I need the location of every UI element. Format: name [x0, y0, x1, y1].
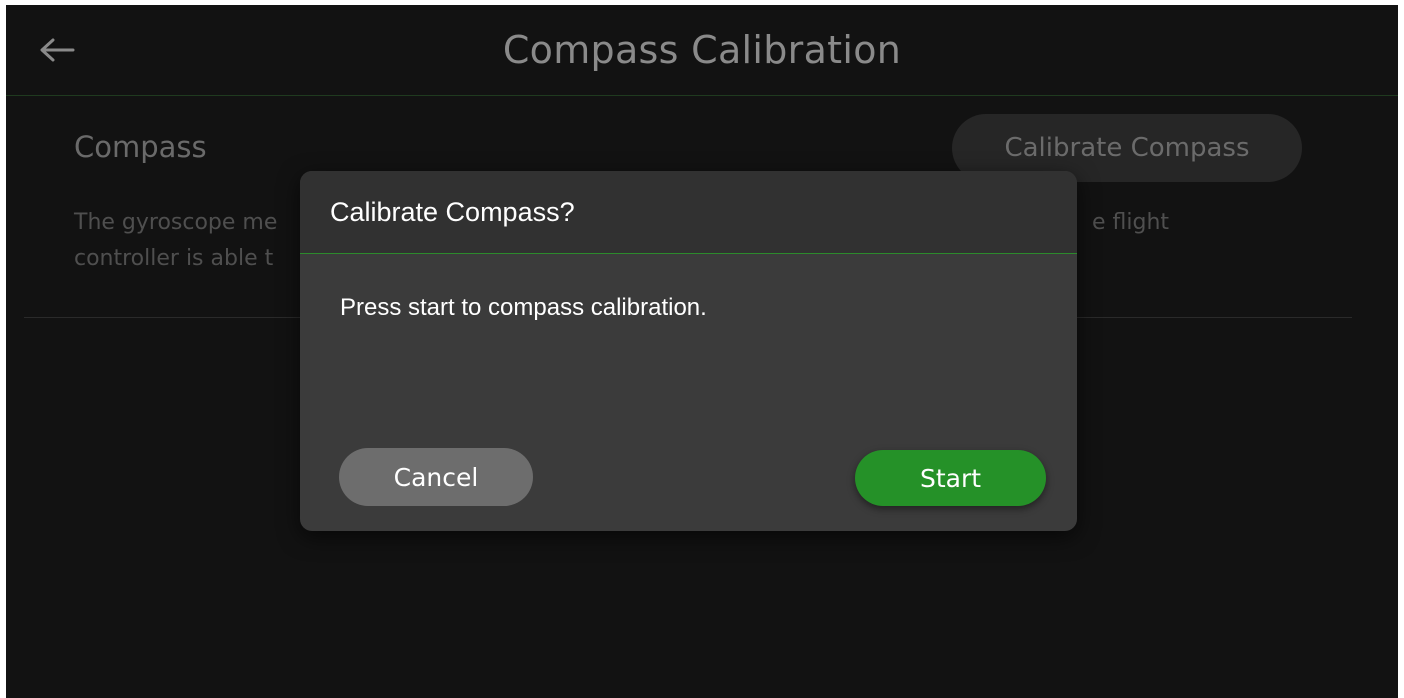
cancel-button[interactable]: Cancel: [339, 448, 533, 506]
description-line-1-start: The gyroscope me: [74, 210, 278, 235]
calibrate-compass-dialog: Calibrate Compass? Press start to compas…: [300, 171, 1077, 531]
top-app-bar: Compass Calibration: [6, 5, 1398, 96]
description-line-1-end: e flight: [1092, 210, 1170, 235]
section-title-compass: Compass: [74, 130, 207, 164]
dialog-title: Calibrate Compass?: [330, 197, 575, 227]
dialog-message: Press start to compass calibration.: [340, 294, 707, 321]
page-title: Compass Calibration: [502, 28, 902, 72]
app-screen: Compass Calibration Compass Calibrate Co…: [6, 5, 1398, 698]
dialog-header: Calibrate Compass?: [300, 171, 1077, 254]
start-button[interactable]: Start: [855, 450, 1046, 506]
